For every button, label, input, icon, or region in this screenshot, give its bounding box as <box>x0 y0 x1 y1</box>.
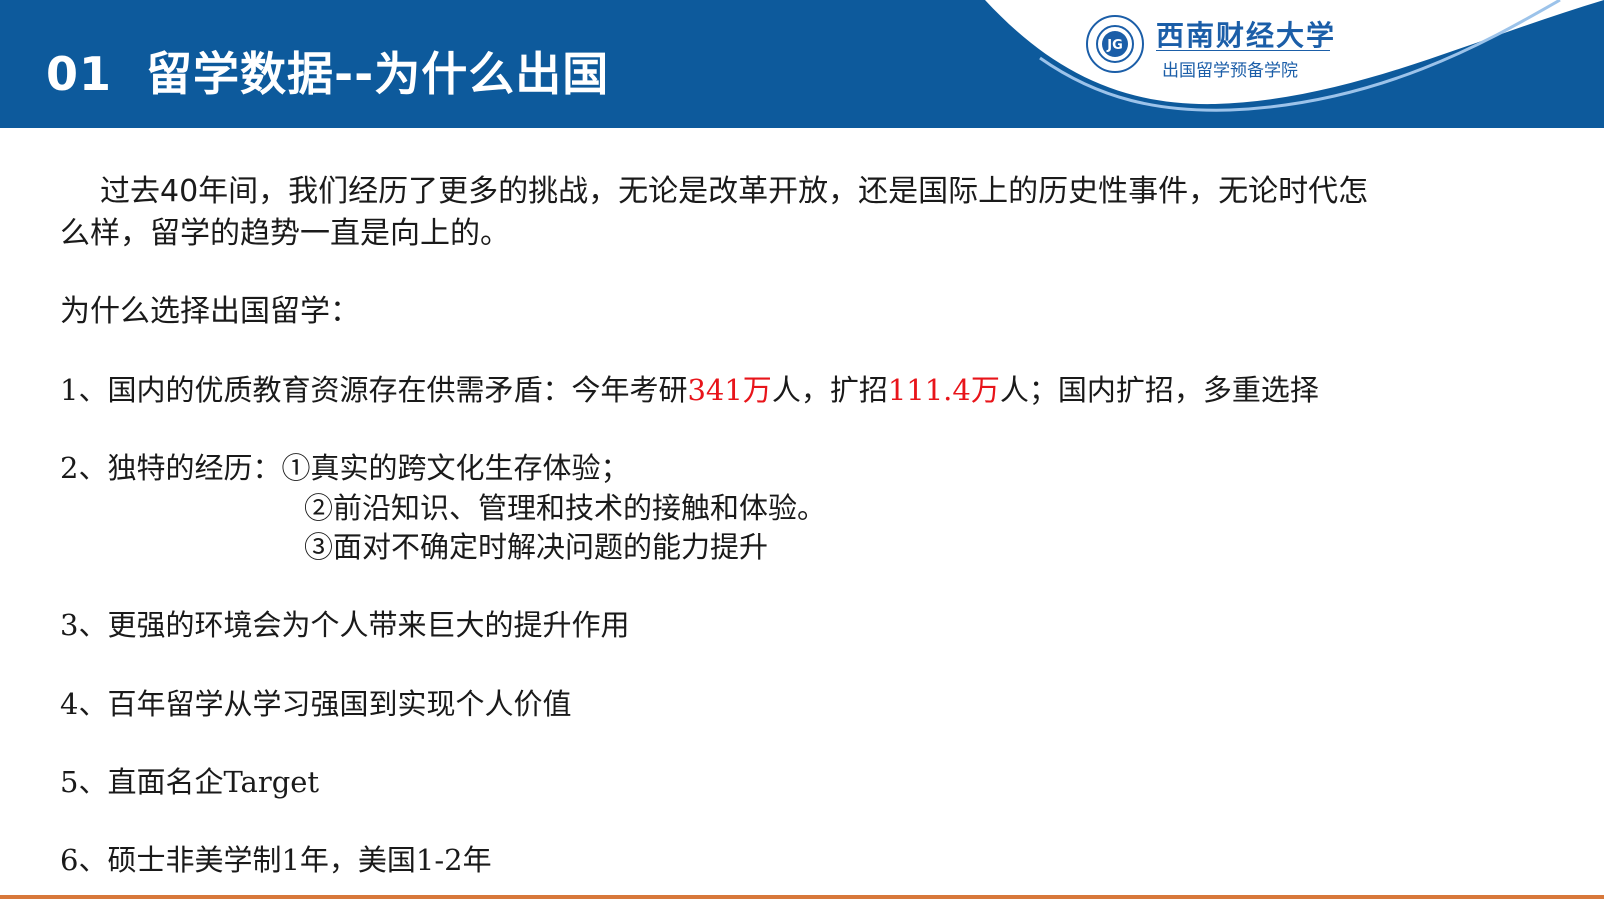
logo-swoosh-shape <box>985 0 1604 112</box>
reason-1-mid: 人，扩招 <box>771 373 888 407</box>
intro-line-1: 过去40年间，我们经历了更多的挑战，无论是改革开放，还是国际上的历史性事件，无论… <box>100 174 1369 209</box>
reasons-heading: 为什么选择出国留学： <box>60 294 360 329</box>
university-name: 西南财经大学 <box>1156 19 1337 52</box>
reason-item-2-line-1: 2、独特的经历：①真实的跨文化生存体验； <box>60 451 630 485</box>
reason-1-prefix: 1、国内的优质教育资源存在供需矛盾：今年考研 <box>60 373 688 407</box>
reason-item-1: 1、国内的优质教育资源存在供需矛盾：今年考研341万人，扩招111.4万人；国内… <box>60 370 1319 410</box>
logo-divider <box>1156 50 1330 51</box>
reason-1-highlight-expansion: 111.4万 <box>887 373 1000 407</box>
reason-item-2-line-2: ②前沿知识、管理和技术的接触和体验。 <box>304 491 827 525</box>
header-bar: 01 留学数据--为什么出国 JG 西南财经大学 出国留学预备学院 <box>0 0 1604 128</box>
bottom-accent-rule <box>0 895 1604 899</box>
reason-item-2-line-3: ③面对不确定时解决问题的能力提升 <box>304 530 769 564</box>
university-emblem-icon: JG <box>1086 15 1144 73</box>
college-name: 出国留学预备学院 <box>1162 61 1298 81</box>
reason-item-4: 4、百年留学从学习强国到实现个人价值 <box>60 687 572 721</box>
reason-item-6: 6、硕士非美学制1年，美国1-2年 <box>60 843 492 877</box>
reason-item-3: 3、更强的环境会为个人带来巨大的提升作用 <box>60 608 630 642</box>
emblem-letters: JG <box>1106 38 1123 53</box>
intro-line-2: 么样，留学的趋势一直是向上的。 <box>60 216 510 251</box>
reason-1-suffix: 人；国内扩招，多重选择 <box>999 373 1319 407</box>
reason-item-5: 5、直面名企Target <box>60 765 320 799</box>
reason-1-highlight-applicants: 341万 <box>687 373 772 407</box>
